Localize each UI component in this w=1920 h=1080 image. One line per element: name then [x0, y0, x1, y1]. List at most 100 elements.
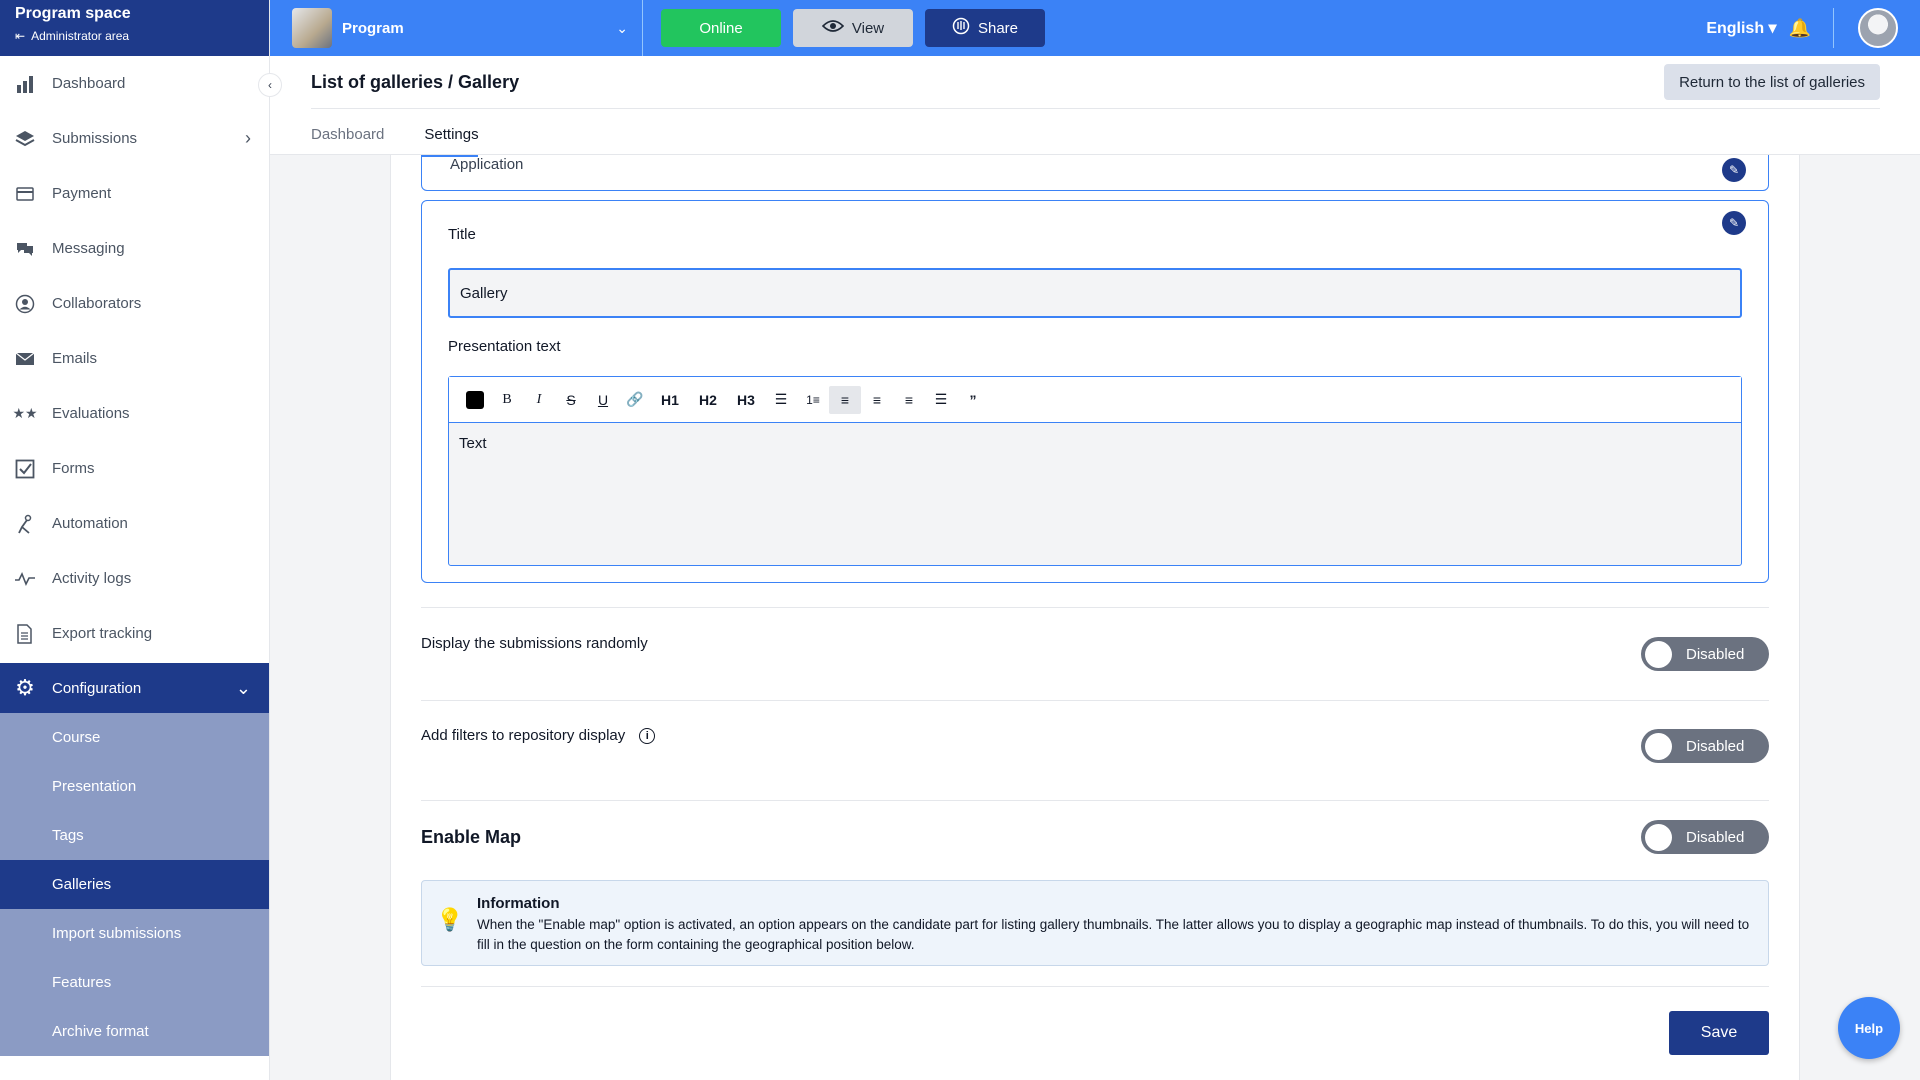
sidebar-item-label: Automation [52, 515, 128, 532]
submenu-item-presentation[interactable]: Presentation [0, 762, 269, 811]
title-label: Title [448, 226, 476, 243]
toggle-knob [1645, 732, 1672, 760]
eye-icon [821, 19, 845, 37]
chevron-left-icon: ‹ [268, 78, 272, 92]
heading-3-button[interactable]: H3 [727, 386, 765, 414]
align-right-button[interactable]: ≡ [893, 386, 925, 414]
filters-toggle[interactable]: Disabled [1641, 729, 1769, 763]
language-selector[interactable]: English ▾ [1706, 18, 1776, 38]
heading-2-button[interactable]: H2 [689, 386, 727, 414]
edit-pencil-icon[interactable]: ✎ [1722, 158, 1746, 182]
sidebar-item-submissions[interactable]: Submissions › [0, 111, 269, 166]
text-color-button[interactable] [459, 386, 491, 414]
enable-map-label: Enable Map [421, 827, 521, 848]
link-button[interactable]: 🔗 [619, 386, 651, 414]
sidebar-item-activity-logs[interactable]: Activity logs [0, 551, 269, 606]
sidebar-item-label: Forms [52, 460, 95, 477]
sidebar-item-configuration[interactable]: ⚙ Configuration ⌄ [0, 663, 269, 713]
align-left-button[interactable]: ≡ [829, 385, 861, 414]
tab-dashboard[interactable]: Dashboard [311, 126, 384, 143]
administrator-area-link[interactable]: ⇤ Administrator area [15, 29, 254, 43]
underline-button[interactable]: U [587, 386, 619, 414]
configuration-submenu: Course Presentation Tags Galleries Impor… [0, 713, 269, 1056]
underline-icon: U [597, 391, 609, 408]
sidebar-item-dashboard[interactable]: Dashboard [0, 56, 269, 111]
align-left-icon: ≡ [840, 391, 850, 408]
align-justify-icon: ☰ [934, 391, 948, 407]
submenu-item-archive-format[interactable]: Archive format [0, 1007, 269, 1056]
bell-icon[interactable]: 🔔 [1789, 18, 1811, 39]
program-selector[interactable]: Program ⌄ [270, 0, 643, 56]
gear-icon: ⚙ [15, 675, 35, 700]
edit-pencil-icon[interactable]: ✎ [1722, 211, 1746, 235]
submenu-item-galleries[interactable]: Galleries [0, 860, 269, 909]
sidebar-nav: Dashboard Submissions › Payment Messagin… [0, 56, 269, 713]
strikethrough-button[interactable]: S [555, 386, 587, 414]
online-label: Online [699, 19, 743, 37]
avatar[interactable] [1858, 8, 1898, 48]
rich-text-editor[interactable]: B I S U 🔗 H1 H2 H3 ☰ 1≡ ≡ ≡ ≡ ☰ ” Text [448, 376, 1742, 566]
layers-icon [14, 128, 36, 150]
breadcrumb: List of galleries / Gallery [311, 72, 520, 92]
divider [421, 700, 1769, 701]
numbered-list-button[interactable]: 1≡ [797, 386, 829, 414]
chevron-right-icon: › [245, 128, 251, 148]
gallery-settings-card: ✎ Title Gallery Presentation text B I S … [421, 200, 1769, 583]
info-icon[interactable]: i [639, 727, 656, 744]
quote-icon: ” [969, 391, 977, 408]
sidebar-collapse-button[interactable]: ‹ [258, 73, 282, 97]
color-swatch [466, 390, 484, 409]
sidebar-item-label: Payment [52, 185, 112, 202]
return-to-list-button[interactable]: Return to the list of galleries [1664, 64, 1880, 100]
credit-card-icon [14, 183, 36, 205]
sidebar-item-forms[interactable]: Forms [0, 441, 269, 496]
chevron-down-icon: ⌄ [616, 19, 628, 36]
user-circle-icon [14, 293, 36, 315]
sidebar-item-payment[interactable]: Payment [0, 166, 269, 221]
exit-icon: ⇤ [15, 29, 26, 43]
sidebar-item-automation[interactable]: Automation [0, 496, 269, 551]
sidebar-item-emails[interactable]: Emails [0, 331, 269, 386]
bar-chart-icon [14, 73, 36, 95]
align-justify-button[interactable]: ☰ [925, 386, 957, 414]
view-label: View [851, 19, 885, 37]
view-button[interactable]: View [793, 9, 913, 47]
tab-settings[interactable]: Settings [424, 126, 478, 143]
bullet-list-button[interactable]: ☰ [765, 386, 797, 414]
title-input[interactable]: Gallery [448, 268, 1742, 318]
align-center-button[interactable]: ≡ [861, 386, 893, 414]
share-button[interactable]: Share [925, 9, 1045, 47]
random-display-label: Display the submissions randomly [421, 635, 648, 652]
heading-1-button[interactable]: H1 [651, 386, 689, 414]
sidebar-header: Program space ⇤ Administrator area [0, 0, 269, 56]
settings-content: Application ✎ ✎ Title Gallery Presentati… [390, 155, 1800, 1080]
tabs: Dashboard Settings [311, 126, 479, 143]
sidebar: Program space ⇤ Administrator area Dashb… [0, 0, 270, 1080]
editor-content[interactable]: Text [449, 423, 1741, 464]
sidebar-item-collaborators[interactable]: Collaborators [0, 276, 269, 331]
checkbox-icon [14, 458, 36, 480]
numbered-list-icon: 1≡ [806, 392, 820, 407]
quote-button[interactable]: ” [957, 386, 989, 414]
sidebar-item-label: Submissions [52, 130, 138, 147]
random-display-toggle[interactable]: Disabled [1641, 637, 1769, 671]
sidebar-item-evaluations[interactable]: ★★ Evaluations [0, 386, 269, 441]
bold-button[interactable]: B [491, 386, 523, 414]
program-thumbnail [292, 8, 332, 48]
submenu-item-course[interactable]: Course [0, 713, 269, 762]
enable-map-toggle[interactable]: Disabled [1641, 820, 1769, 854]
align-right-icon: ≡ [904, 391, 914, 408]
submenu-item-import-submissions[interactable]: Import submissions [0, 909, 269, 958]
divider [421, 607, 1769, 608]
lightbulb-icon: 💡 [436, 907, 464, 932]
submenu-item-tags[interactable]: Tags [0, 811, 269, 860]
submenu-item-features[interactable]: Features [0, 958, 269, 1007]
online-button[interactable]: Online [661, 9, 781, 47]
sidebar-item-export-tracking[interactable]: Export tracking [0, 606, 269, 661]
share-label: Share [977, 19, 1019, 37]
sidebar-item-messaging[interactable]: Messaging [0, 221, 269, 276]
administrator-area-label: Administrator area [31, 29, 130, 43]
help-button[interactable]: Help [1838, 997, 1900, 1059]
save-button[interactable]: Save [1669, 1011, 1769, 1055]
italic-button[interactable]: I [523, 386, 555, 414]
